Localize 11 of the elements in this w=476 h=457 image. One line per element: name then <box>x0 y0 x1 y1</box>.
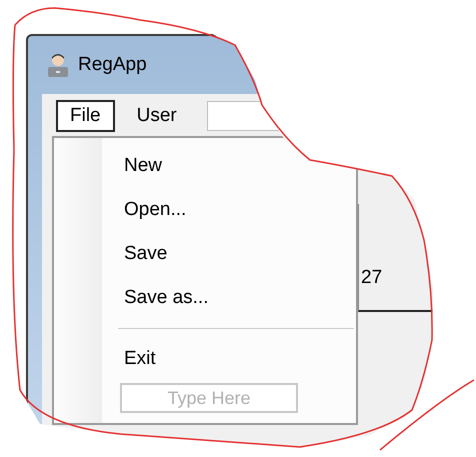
menu-entry[interactable]: Save <box>102 232 356 276</box>
menu-entry[interactable]: Open... <box>102 188 356 232</box>
form-label: 27 <box>361 266 382 290</box>
menu-item[interactable]: File <box>56 100 115 132</box>
menu-item[interactable]: User <box>122 100 191 132</box>
type-here-field[interactable]: Type Here <box>120 383 298 413</box>
menu-entry[interactable]: New <box>102 144 356 188</box>
window-title: RegApp <box>78 52 147 77</box>
menu-entry[interactable]: Save as... <box>102 276 356 320</box>
menu-entry[interactable]: Exit <box>102 337 356 381</box>
person-at-laptop-icon <box>46 52 70 78</box>
